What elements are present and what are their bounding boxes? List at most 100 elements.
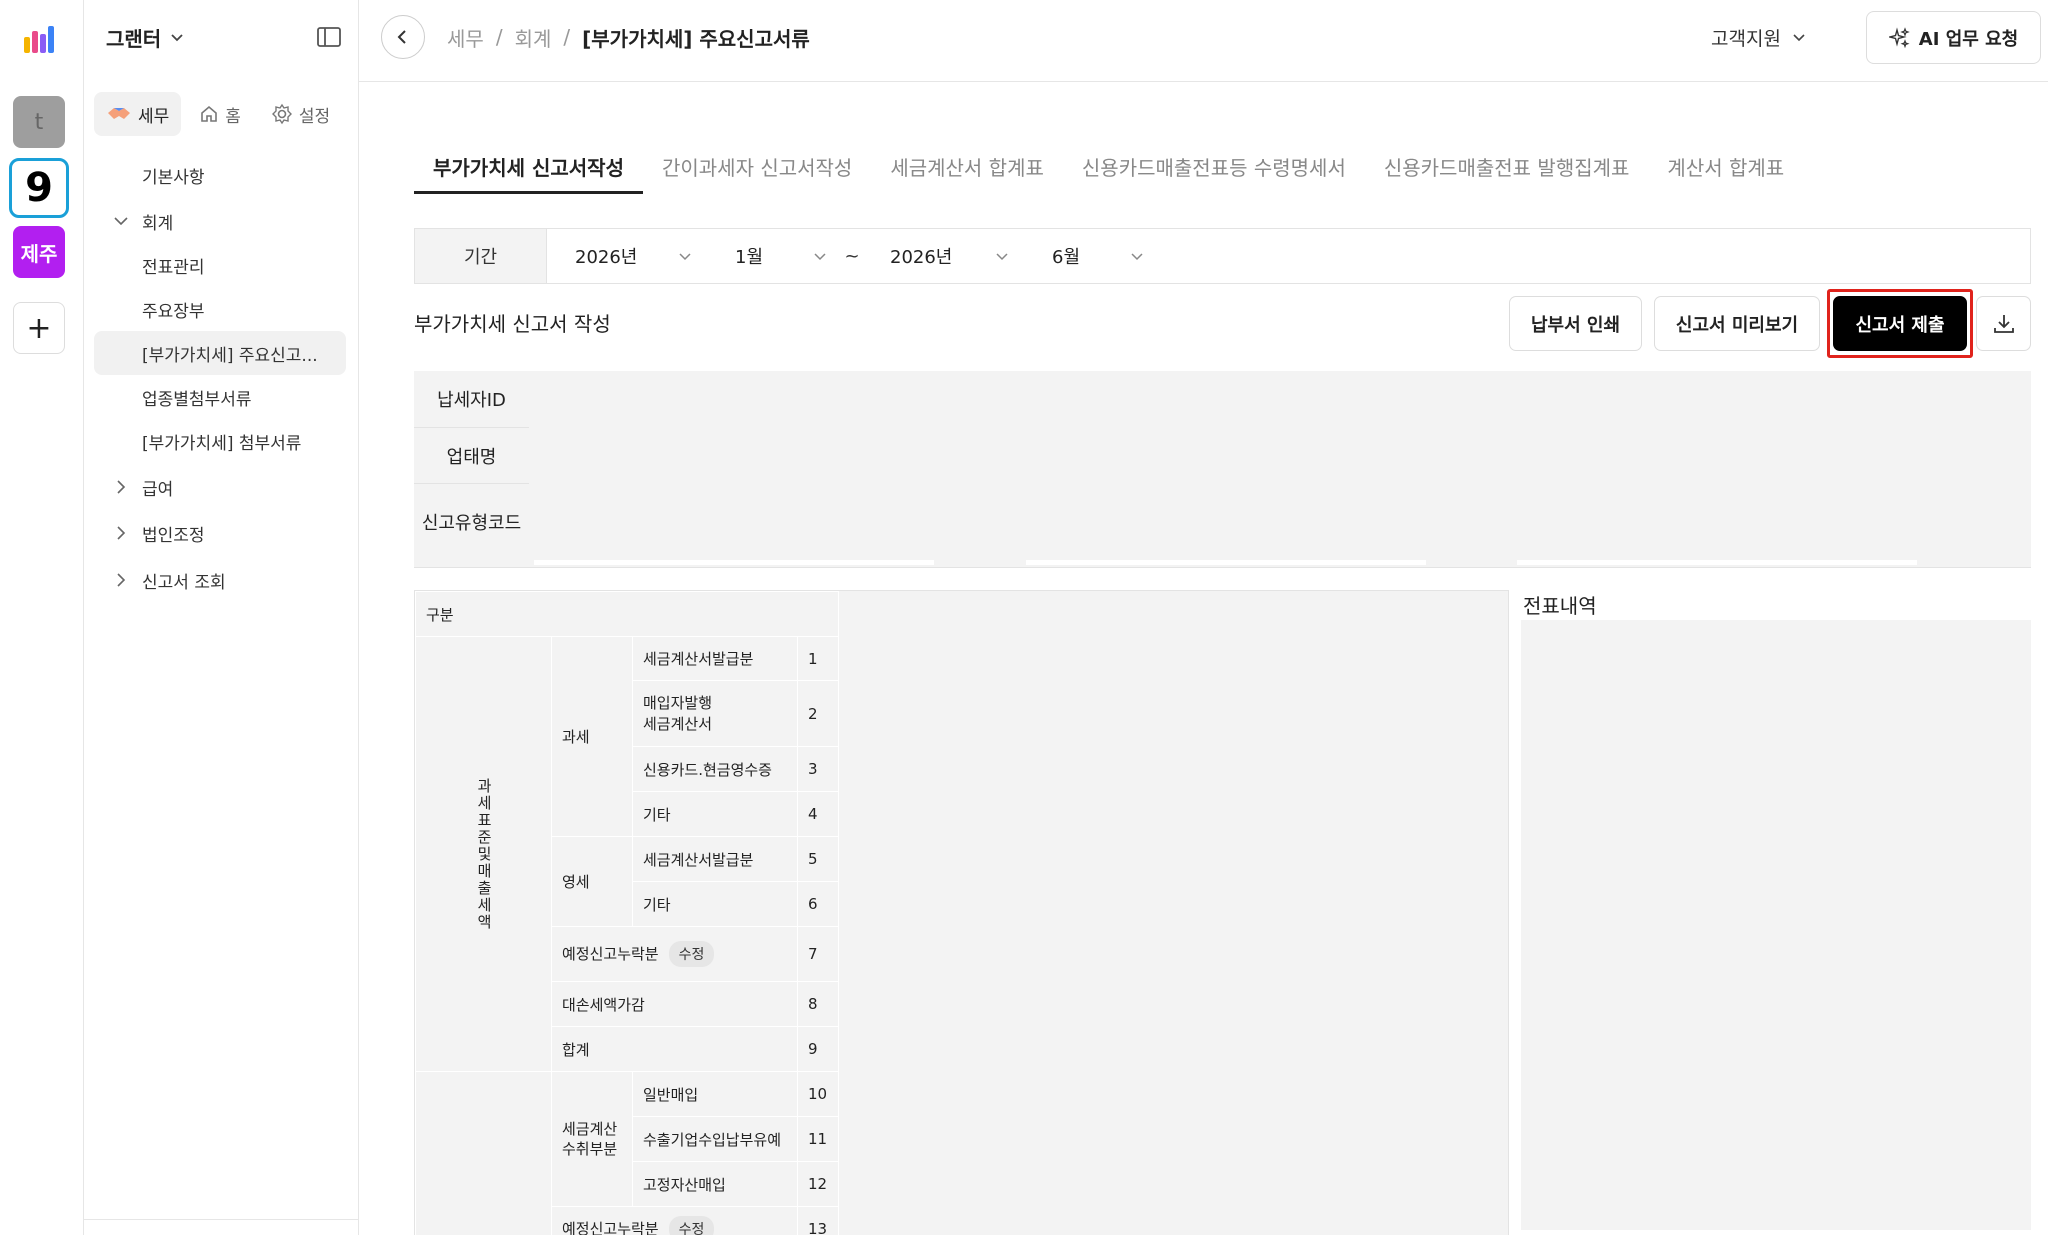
row-label: 기타 xyxy=(632,791,798,837)
sidebar-item-industry-attachments[interactable]: 업종별첨부서류 xyxy=(94,375,346,419)
row-number: 3 xyxy=(797,746,839,792)
edit-badge-button[interactable]: 수정 xyxy=(668,1216,715,1235)
row-label-cell: 예정신고누락분 수정 xyxy=(551,1206,798,1235)
workspace-tile-label: 9 xyxy=(17,166,61,210)
info-label-business-type: 업태명 xyxy=(414,428,529,484)
sidebar-item-label: 급여 xyxy=(142,479,174,500)
pill-home[interactable]: 홈 xyxy=(187,92,253,136)
row-number: 12 xyxy=(797,1161,839,1207)
tab-card-receipt-statement[interactable]: 신용카드매출전표등 수령명세서 xyxy=(1063,138,1365,194)
row-label-cell: 예정신고누락분 수정 xyxy=(551,926,798,982)
app-window: t 9 제주 + 그랜터 세무 홈 설정 기본사항 회계 전표관리 주요장부 [… xyxy=(0,0,2048,1235)
workspace-tile-9[interactable]: 9 xyxy=(9,158,69,218)
sidebar-item-ledgers[interactable]: 주요장부 xyxy=(94,287,346,331)
vat-report-table: 구분 과세표준및매출세액 과세 세금계산서발급분 1 매입자발행 세금계산서 2… xyxy=(415,591,839,1235)
row-number: 8 xyxy=(797,981,839,1027)
info-field-divider xyxy=(1517,560,1917,565)
company-switcher[interactable]: 그랜터 xyxy=(106,20,185,54)
sidebar-divider xyxy=(84,1219,358,1220)
row-number: 9 xyxy=(797,1026,839,1072)
home-icon xyxy=(201,105,218,122)
table-row: 과세표준및매출세액 과세 세금계산서발급분 1 xyxy=(415,636,839,1072)
tab-card-issuance-summary[interactable]: 신용카드매출전표 발행집계표 xyxy=(1365,138,1649,194)
pill-settings[interactable]: 설정 xyxy=(259,92,342,136)
tab-tax-invoice-summary[interactable]: 세금계산서 합계표 xyxy=(871,138,1063,194)
sidebar-item-payroll[interactable]: 급여 xyxy=(94,465,346,509)
info-label-taxpayer-id: 납세자ID xyxy=(414,371,529,428)
pill-label: 설정 xyxy=(298,106,331,127)
chevron-down-icon xyxy=(1793,34,1805,42)
row-label: 매입자발행 세금계산서 xyxy=(632,680,798,747)
sidebar-item-vat-main-docs[interactable]: [부가가치세] 주요신고... xyxy=(94,331,346,375)
sidebar-item-corp-adjust[interactable]: 법인조정 xyxy=(94,511,346,555)
row-label: 세금계산서발급분 xyxy=(632,636,798,681)
sub-label-zero-rated: 영세 xyxy=(551,836,633,927)
row-label: 기타 xyxy=(632,881,798,927)
select-value: 6월 xyxy=(1052,247,1081,268)
ai-request-label: AI 업무 요청 xyxy=(1918,28,2019,50)
pill-tax[interactable]: 세무 xyxy=(94,92,182,136)
submit-highlight-box xyxy=(1827,289,1973,358)
row-label: 일반매입 xyxy=(632,1071,798,1117)
print-payment-button[interactable]: 납부서 인쇄 xyxy=(1509,296,1642,351)
back-button[interactable] xyxy=(381,15,425,59)
preview-report-button[interactable]: 신고서 미리보기 xyxy=(1654,296,1820,351)
row-number: 11 xyxy=(797,1116,839,1162)
sidebar-item-label: 업종별첨부서류 xyxy=(142,389,252,410)
sidebar-item-basic[interactable]: 기본사항 xyxy=(94,153,346,197)
row-label: 합계 xyxy=(551,1026,798,1072)
chevron-down-icon xyxy=(996,253,1008,261)
support-label: 고객지원 xyxy=(1711,27,1781,50)
sidebar-item-label: [부가가치세] 주요신고... xyxy=(142,345,318,366)
info-label-report-type-code: 신고유형코드 xyxy=(421,513,522,534)
workspace-tile-t[interactable]: t xyxy=(13,96,65,148)
to-month-select[interactable]: 6월 xyxy=(1024,243,1159,269)
breadcrumb: 세무 / 회계 / [부가가치세] 주요신고서류 xyxy=(447,22,810,52)
workspace-tile-jeju[interactable]: 제주 xyxy=(13,226,65,278)
sidebar-item-vat-attachments[interactable]: [부가가치세] 첨부서류 xyxy=(94,419,346,463)
sidebar-item-report-lookup[interactable]: 신고서 조회 xyxy=(94,558,346,602)
download-button[interactable] xyxy=(1976,296,2031,351)
support-menu[interactable]: 고객지원 xyxy=(1711,22,1807,52)
sidebar-item-accounting[interactable]: 회계 xyxy=(94,199,346,243)
app-logo-icon[interactable] xyxy=(13,14,65,66)
from-year-select[interactable]: 2026년 xyxy=(547,243,707,269)
sparkle-icon xyxy=(1888,26,1910,48)
to-year-select[interactable]: 2026년 xyxy=(862,243,1024,269)
info-field-divider xyxy=(1026,560,1426,565)
group-label-sales: 과세표준및매출세액 xyxy=(415,636,552,1072)
add-workspace-button[interactable]: + xyxy=(13,302,65,354)
sidebar-item-label: [부가가치세] 첨부서류 xyxy=(142,433,302,454)
ai-request-button[interactable]: AI 업무 요청 xyxy=(1866,11,2041,64)
from-month-select[interactable]: 1월 xyxy=(707,243,842,269)
chevron-right-icon xyxy=(117,526,126,540)
row-label: 예정신고누락분 xyxy=(562,945,659,963)
breadcrumb-separator: / xyxy=(563,25,571,49)
row-number: 10 xyxy=(797,1071,839,1117)
sidebar-item-label: 법인조정 xyxy=(142,525,205,546)
period-label: 기간 xyxy=(415,229,547,283)
row-label: 신용카드.현금영수증 xyxy=(632,746,798,792)
select-value: 2026년 xyxy=(890,247,953,268)
sidebar-item-vouchers[interactable]: 전표관리 xyxy=(94,243,346,287)
top-bar: 세무 / 회계 / [부가가치세] 주요신고서류 고객지원 AI 업무 요청 xyxy=(359,0,2048,82)
table-header-cell: 구분 xyxy=(415,591,839,637)
workspace-rail: t 9 제주 + xyxy=(0,0,84,1235)
breadcrumb-item[interactable]: 세무 xyxy=(447,23,484,52)
sidebar-item-label: 주요장부 xyxy=(142,301,205,322)
tab-invoice-summary[interactable]: 계산서 합계표 xyxy=(1648,138,1803,194)
tab-vat-report[interactable]: 부가가치세 신고서작성 xyxy=(414,138,643,194)
breadcrumb-separator: / xyxy=(495,25,503,49)
taxpayer-info-panel: 납세자ID 업태명 신고유형코드 xyxy=(414,371,2031,568)
gear-icon xyxy=(271,103,292,125)
company-name: 그랜터 xyxy=(106,26,162,51)
edit-badge-button[interactable]: 수정 xyxy=(668,941,715,967)
main-content: 세무 / 회계 / [부가가치세] 주요신고서류 고객지원 AI 업무 요청 부… xyxy=(359,0,2048,1235)
tab-simplified-report[interactable]: 간이과세자 신고서작성 xyxy=(643,138,871,194)
handshake-icon xyxy=(108,108,130,119)
row-label: 세금계산서발급분 xyxy=(632,836,798,882)
row-number: 13 xyxy=(797,1206,839,1235)
sidebar-toggle-icon[interactable] xyxy=(316,24,342,50)
breadcrumb-item[interactable]: 회계 xyxy=(515,23,552,52)
vat-report-panel: 구분 과세표준및매출세액 과세 세금계산서발급분 1 매입자발행 세금계산서 2… xyxy=(414,590,1509,1235)
